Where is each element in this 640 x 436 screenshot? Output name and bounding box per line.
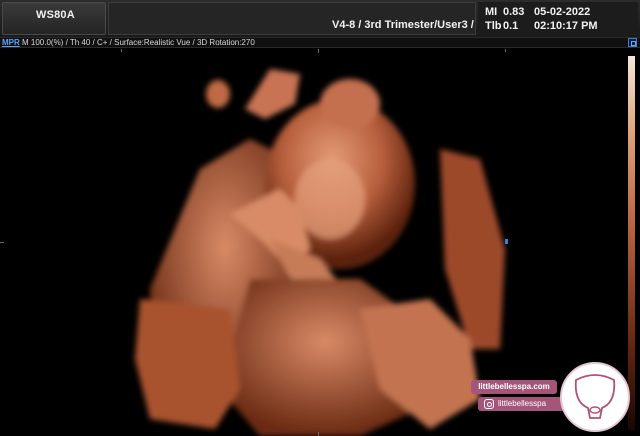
date-display: 05-02-2022: [534, 6, 591, 18]
render-params-text: M 100.0(%) / Th 40 / C+ / Surface:Realis…: [22, 38, 255, 47]
view-toggle-icon[interactable]: [628, 38, 637, 47]
orientation-marker: [505, 239, 508, 244]
color-map-bar: [628, 56, 635, 430]
scale-tick-top: [318, 49, 319, 53]
tib-label: Tlb: [485, 20, 502, 32]
mpr-button[interactable]: MPR: [2, 38, 20, 47]
uterus-outline-logo-icon: [574, 374, 616, 419]
tib-value: 0.1: [503, 20, 519, 32]
probe-preset-label: V4-8 / 3rd Trimester/User3 /: [332, 19, 474, 31]
mi-label: MI: [485, 6, 498, 18]
scale-tick-left: [0, 242, 4, 243]
time-display: 02:10:17 PM: [534, 20, 598, 32]
mi-value: 0.83: [503, 6, 525, 18]
image-viewport[interactable]: [0, 49, 624, 436]
fetal-3d-render: [135, 69, 505, 436]
scale-tick-bottom: [318, 432, 319, 436]
watermark-logo: [560, 362, 630, 432]
watermark-website: littlebellesspa.com: [471, 380, 557, 394]
scale-tick-top-right: [505, 49, 506, 52]
brand-label: WS80A: [36, 9, 75, 21]
instagram-icon: [484, 399, 494, 409]
scale-tick-top-left: [121, 49, 122, 52]
